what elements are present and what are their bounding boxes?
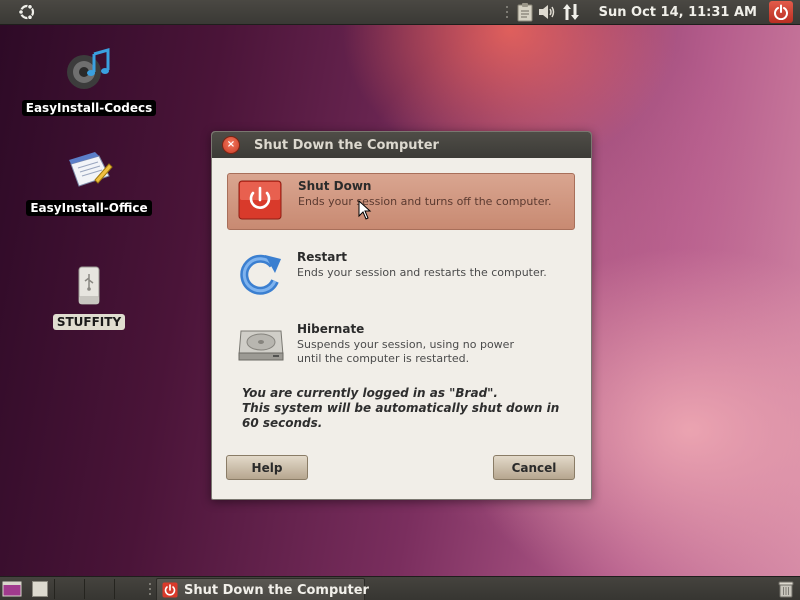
taskbar-button-shutdown[interactable]: Shut Down the Computer [156, 578, 369, 600]
shutdown-option[interactable]: Shut Down Ends your session and turns of… [227, 173, 575, 230]
mouse-cursor-icon [358, 199, 372, 224]
restart-option[interactable]: Restart Ends your session and restarts t… [227, 245, 575, 302]
desktop-icon-office[interactable]: EasyInstall-Office [20, 150, 158, 216]
dialog-titlebar[interactable]: × Shut Down the Computer [212, 132, 591, 158]
hard-drive-icon [237, 323, 285, 371]
power-icon[interactable] [769, 1, 793, 23]
help-button[interactable]: Help [226, 455, 308, 480]
power-icon [238, 180, 286, 228]
logged-in-notice: You are currently logged in as "Brad". T… [242, 386, 582, 431]
clock[interactable]: Sun Oct 14, 11:31 AM [599, 5, 757, 20]
option-description: Suspends your session, using no power un… [297, 338, 514, 365]
option-title: Shut Down [298, 179, 372, 193]
notice-line: This system will be automatically shut d… [242, 401, 560, 415]
cancel-button[interactable]: Cancel [493, 455, 575, 480]
taskbar-label: Shut Down the Computer [184, 582, 369, 598]
close-icon[interactable]: × [222, 136, 240, 154]
desktop-icon-stuffity[interactable]: STUFFITY [20, 266, 158, 330]
dialog-title: Shut Down the Computer [254, 137, 439, 153]
option-description: Ends your session and turns off the comp… [298, 195, 552, 208]
trash-icon[interactable] [774, 577, 798, 600]
clipboard-icon[interactable] [513, 0, 537, 24]
speaker-music-icon [64, 46, 114, 96]
bottom-panel: Shut Down the Computer [0, 576, 800, 600]
top-panel: Sun Oct 14, 11:31 AM [0, 0, 800, 25]
ubuntu-logo-icon[interactable] [15, 0, 39, 24]
notice-line: 60 seconds. [242, 416, 323, 430]
notice-line: You are currently logged in as "Brad". [242, 386, 498, 400]
usb-drive-icon [76, 266, 102, 310]
option-title: Restart [297, 250, 348, 264]
system-tray: Sun Oct 14, 11:31 AM [503, 0, 800, 24]
restart-icon [237, 251, 285, 299]
shutdown-dialog: × Shut Down the Computer Shut Down Ends … [211, 131, 592, 500]
desktop-icon-codecs[interactable]: EasyInstall-Codecs [20, 46, 158, 116]
tray-handle-icon [503, 0, 513, 24]
panel-handle-icon [146, 577, 154, 600]
hibernate-option[interactable]: Hibernate Suspends your session, using n… [227, 317, 575, 374]
show-desktop-icon[interactable] [0, 577, 24, 600]
workspace-switcher-icon[interactable] [28, 577, 52, 600]
power-icon [162, 582, 178, 598]
option-description: Ends your session and restarts the compu… [297, 266, 547, 279]
desktop: Sun Oct 14, 11:31 AM EasyInstall-Codecs [0, 0, 800, 600]
option-title: Hibernate [297, 322, 365, 336]
desktop-icon-label: EasyInstall-Office [26, 200, 152, 216]
network-icon[interactable] [557, 0, 585, 24]
desktop-icon-label: STUFFITY [52, 314, 126, 330]
office-document-icon [65, 150, 113, 196]
desktop-icon-label: EasyInstall-Codecs [21, 100, 157, 116]
volume-icon[interactable] [537, 0, 557, 24]
